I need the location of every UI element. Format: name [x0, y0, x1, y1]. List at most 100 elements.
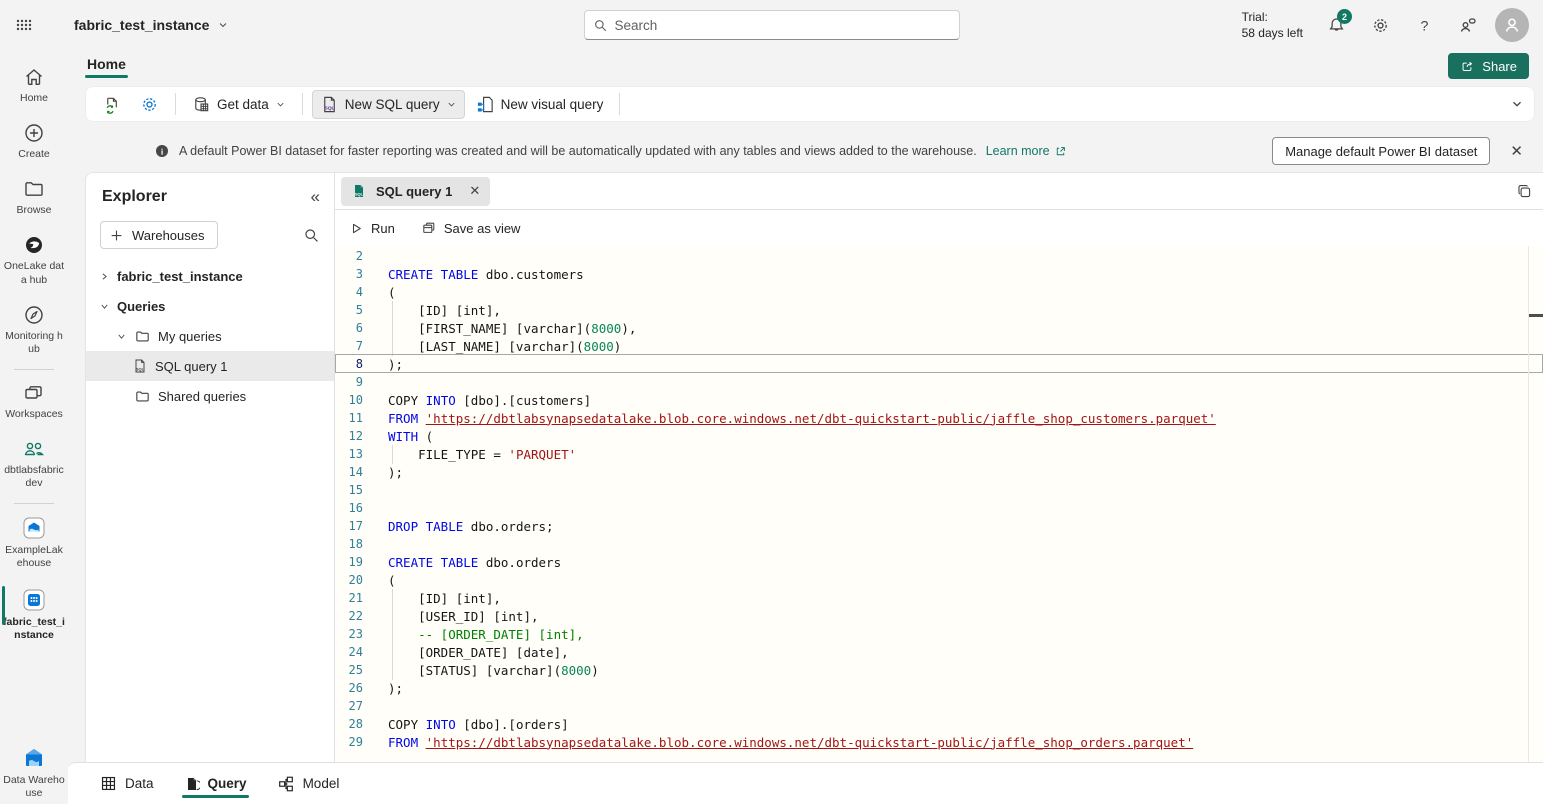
explorer-panel: Explorer « Warehouses fabric_test_instan… [86, 173, 335, 762]
dataset-info-banner: i A default Power BI dataset for faster … [68, 130, 1543, 172]
app-launcher-button[interactable] [0, 0, 48, 50]
share-button[interactable]: Share [1448, 53, 1529, 79]
code-line-19[interactable]: 19CREATE TABLE dbo.orders [335, 553, 1543, 571]
settings-tool-button[interactable] [133, 91, 166, 118]
notifications-button[interactable]: 2 [1319, 8, 1353, 42]
model-icon [277, 775, 295, 793]
feedback-button[interactable] [1451, 8, 1485, 42]
rail-item-onelake-data-hub[interactable]: OneLake data hub [0, 226, 68, 295]
code-line-24[interactable]: 24 [ORDER_DATE] [date], [335, 643, 1543, 661]
notification-badge: 2 [1337, 9, 1352, 24]
code-line-16[interactable]: 16 [335, 499, 1543, 517]
banner-close-icon[interactable]: ✕ [1504, 140, 1529, 162]
sql-code-editor[interactable]: 23CREATE TABLE dbo.customers4(5 [ID] [in… [335, 246, 1543, 762]
code-line-20[interactable]: 20( [335, 571, 1543, 589]
rail-item-examplelakehouse[interactable]: ExampleLakehouse [0, 508, 68, 579]
tree-item-queries[interactable]: Queries [86, 291, 334, 321]
code-line-15[interactable]: 15 [335, 481, 1543, 499]
ribbon-expander-button[interactable] [1510, 97, 1524, 111]
rail-item-data-warehouse[interactable]: Data Warehouse [0, 738, 68, 804]
tree-item-shared-queries[interactable]: Shared queries [86, 381, 334, 411]
chevron-down-icon[interactable] [98, 301, 110, 312]
rail-item-label: Monitoring hub [3, 330, 65, 356]
code-line-13[interactable]: 13 FILE_TYPE = 'PARQUET' [335, 445, 1543, 463]
chevron-down-icon [275, 99, 286, 110]
code-line-11[interactable]: 11FROM 'https://dbtlabsynapsedatalake.bl… [335, 409, 1543, 427]
new-sql-query-button[interactable]: SQL New SQL query [312, 90, 465, 119]
code-line-28[interactable]: 28COPY INTO [dbo].[orders] [335, 715, 1543, 733]
help-button[interactable]: ? [1407, 8, 1441, 42]
code-line-12[interactable]: 12WITH ( [335, 427, 1543, 445]
tree-item-sql-query-1[interactable]: SQLSQL query 1 [86, 351, 334, 381]
rail-item-dbtlabsfabricdev[interactable]: dbtlabsfabricdev [0, 430, 68, 499]
code-line-6[interactable]: 6 [FIRST_NAME] [varchar](8000), [335, 319, 1543, 337]
code-line-8[interactable]: 8); [335, 355, 1543, 373]
code-line-17[interactable]: 17DROP TABLE dbo.orders; [335, 517, 1543, 535]
code-line-21[interactable]: 21 [ID] [int], [335, 589, 1543, 607]
view-tab-model[interactable]: Model [275, 763, 342, 804]
code-line-14[interactable]: 14); [335, 463, 1543, 481]
chevron-down-icon[interactable] [115, 331, 127, 342]
collapse-panel-icon[interactable]: « [311, 187, 320, 207]
rail-item-workspaces[interactable]: Workspaces [0, 374, 68, 430]
code-line-content: FROM 'https://dbtlabsynapsedatalake.blob… [363, 735, 1193, 750]
search-input[interactable] [615, 18, 951, 33]
explorer-search-icon[interactable] [303, 227, 320, 244]
code-line-9[interactable]: 9 [335, 373, 1543, 391]
code-line-22[interactable]: 22 [USER_ID] [int], [335, 607, 1543, 625]
rail-item-monitoring-hub[interactable]: Monitoring hub [0, 296, 68, 365]
rail-item-home[interactable]: Home [0, 58, 68, 114]
learn-more-link[interactable]: Learn more [986, 144, 1067, 158]
line-number: 26 [335, 681, 363, 695]
code-line-5[interactable]: 5 [ID] [int], [335, 301, 1543, 319]
code-line-26[interactable]: 26); [335, 679, 1543, 697]
close-tab-icon[interactable]: ✕ [469, 183, 480, 199]
workspace-switcher[interactable]: fabric_test_instance [74, 17, 229, 33]
account-avatar[interactable] [1495, 8, 1529, 42]
global-search[interactable] [584, 10, 960, 40]
code-line-18[interactable]: 18 [335, 535, 1543, 553]
settings-button[interactable] [1363, 8, 1397, 42]
tree-item-my-queries[interactable]: My queries [86, 321, 334, 351]
code-line-7[interactable]: 7 [LAST_NAME] [varchar](8000) [335, 337, 1543, 355]
fabric-test-instance-icon [21, 587, 47, 613]
rail-item-browse[interactable]: Browse [0, 170, 68, 226]
code-line-2[interactable]: 2 [335, 247, 1543, 265]
line-number: 11 [335, 411, 363, 425]
refresh-button[interactable] [96, 91, 129, 118]
chevron-right-icon[interactable] [98, 271, 110, 282]
code-line-4[interactable]: 4( [335, 283, 1543, 301]
run-button[interactable]: Run [349, 221, 395, 236]
code-line-29[interactable]: 29FROM 'https://dbtlabsynapsedatalake.bl… [335, 733, 1543, 751]
ribbon-tab-home[interactable]: Home [85, 54, 128, 78]
rail-item-fabric-test-instance[interactable]: fabric_test_instance [0, 580, 68, 651]
feedback-icon [1458, 15, 1478, 35]
view-tab-data[interactable]: Data [98, 763, 156, 804]
rail-item-create[interactable]: Create [0, 114, 68, 170]
rail-item-label: Home [20, 92, 48, 105]
code-line-10[interactable]: 10COPY INTO [dbo].[customers] [335, 391, 1543, 409]
line-number: 7 [335, 339, 363, 353]
new-warehouse-button[interactable]: Warehouses [100, 221, 218, 249]
code-line-3[interactable]: 3CREATE TABLE dbo.customers [335, 265, 1543, 283]
line-number: 10 [335, 393, 363, 407]
scrollbar-thumb[interactable] [1528, 314, 1543, 317]
code-line-content: ); [363, 681, 403, 696]
manage-dataset-button[interactable]: Manage default Power BI dataset [1272, 137, 1490, 165]
rail-divider [14, 369, 54, 370]
line-number: 24 [335, 645, 363, 659]
query-tab-sql-query-1[interactable]: SQL SQL query 1 ✕ [341, 177, 490, 206]
view-tab-query[interactable]: Query [182, 763, 249, 804]
code-line-27[interactable]: 27 [335, 697, 1543, 715]
code-line-content: [ID] [int], [363, 591, 501, 606]
rail-divider [14, 503, 54, 504]
code-line-content: COPY INTO [dbo].[customers] [363, 393, 591, 408]
new-visual-query-button[interactable]: New visual query [469, 91, 611, 118]
copy-layout-icon[interactable] [1516, 183, 1533, 200]
code-line-25[interactable]: 25 [STATUS] [varchar](8000) [335, 661, 1543, 679]
dbtlabsfabricdev-icon [21, 437, 47, 461]
code-line-23[interactable]: 23 -- [ORDER_DATE] [int], [335, 625, 1543, 643]
tree-item-fabric-test-instance[interactable]: fabric_test_instance [86, 261, 334, 291]
save-as-view-button[interactable]: Save as view [421, 220, 521, 236]
get-data-button[interactable]: Get data [185, 91, 293, 118]
